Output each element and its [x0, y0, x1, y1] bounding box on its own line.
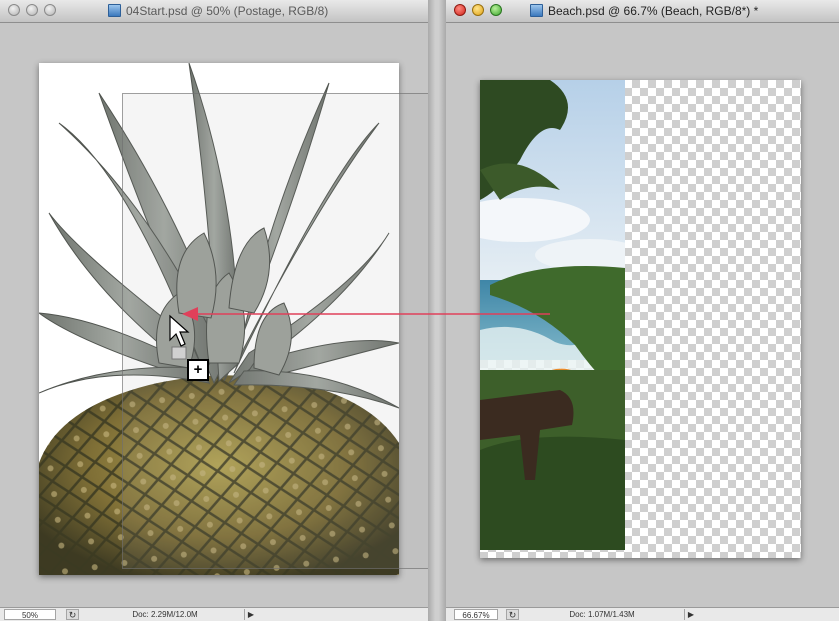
doc-file-icon [108, 4, 121, 17]
status-bar: 50% ↻ Doc: 2.29M/12.0M ▶ [0, 607, 428, 621]
minimize-window-button[interactable] [26, 4, 38, 16]
doc-size-info: Doc: 1.07M/1.43M [569, 610, 635, 619]
window-divider [428, 0, 446, 621]
minimize-window-button[interactable] [472, 4, 484, 16]
window-controls [454, 4, 502, 16]
close-window-button[interactable] [454, 4, 466, 16]
status-menu-arrow-icon[interactable]: ▶ [244, 609, 257, 620]
window-controls [8, 4, 56, 16]
sync-icon[interactable]: ↻ [506, 609, 519, 620]
beach-image [480, 80, 625, 550]
doc-size-info: Doc: 2.29M/12.0M [132, 610, 198, 619]
close-window-button[interactable] [8, 4, 20, 16]
zoom-window-button[interactable] [44, 4, 56, 16]
sync-icon[interactable]: ↻ [66, 609, 79, 620]
zoom-window-button[interactable] [490, 4, 502, 16]
document-window-beach: Beach.psd @ 66.7% (Beach, RGB/8*) * 66.6… [446, 0, 839, 621]
document-window-04start: 04Start.psd @ 50% (Postage, RGB/8) 50% ↻… [0, 0, 428, 621]
window-title: Beach.psd @ 66.7% (Beach, RGB/8*) * [548, 4, 759, 18]
zoom-level-field[interactable]: 50% [4, 609, 56, 620]
plus-icon: + [187, 359, 209, 381]
status-menu-arrow-icon[interactable]: ▶ [684, 609, 697, 620]
zoom-level-field[interactable]: 66.67% [454, 609, 498, 620]
status-bar: 66.67% ↻ Doc: 1.07M/1.43M ▶ [446, 607, 839, 621]
doc-file-icon [530, 4, 543, 17]
document-canvas[interactable] [480, 80, 801, 558]
window-title: 04Start.psd @ 50% (Postage, RGB/8) [126, 4, 329, 18]
drag-preview-outline [122, 93, 428, 569]
beach-photo-layer [480, 80, 625, 550]
title-bar[interactable]: 04Start.psd @ 50% (Postage, RGB/8) [0, 0, 428, 23]
title-bar[interactable]: Beach.psd @ 66.7% (Beach, RGB/8*) * [446, 0, 839, 23]
